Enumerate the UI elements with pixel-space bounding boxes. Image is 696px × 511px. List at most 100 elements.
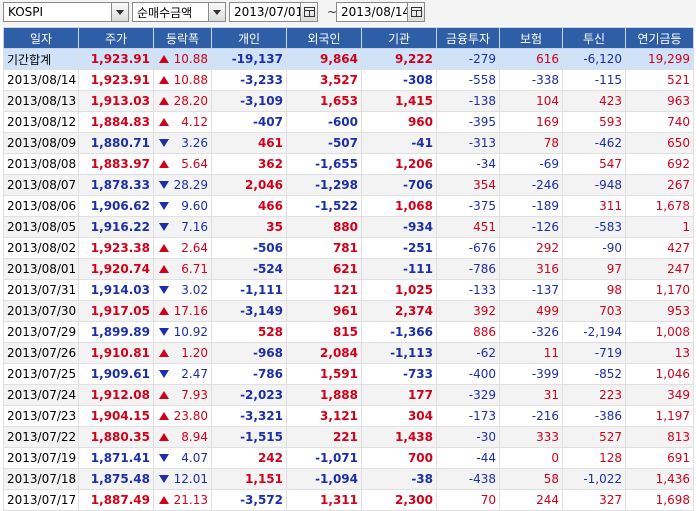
institution-cell: 1,438 bbox=[361, 426, 437, 448]
foreign-cell: 3,527 bbox=[286, 69, 362, 91]
table-row[interactable]: 2013/07/25 1,909.61 2.47 -786 1,591 -733 -400-… bbox=[3, 363, 694, 385]
end-date-calendar-button[interactable] bbox=[407, 3, 424, 21]
column-header[interactable]: 보험 bbox=[499, 27, 563, 49]
table-row[interactable]: 2013/08/05 1,916.22 7.16 35 880 -934 451 -126 -5… bbox=[3, 216, 694, 238]
insurance-cell: -189 bbox=[499, 195, 563, 217]
price-cell: 1,914.03 bbox=[78, 279, 154, 301]
table-row[interactable]: 2013/07/19 1,871.41 4.07 242 -1,071 700 -44 0 12… bbox=[3, 447, 694, 469]
price-cell: 1,880.71 bbox=[78, 132, 154, 154]
price-cell: 1,923.38 bbox=[78, 237, 154, 259]
table-row[interactable]: 2013/07/24 1,912.08 7.93 -2,023 1,888 177 -329… bbox=[3, 384, 694, 406]
column-header[interactable]: 주가 bbox=[78, 27, 154, 49]
table-row[interactable]: 2013/07/23 1,904.15 23.80 -3,321 3,121 304 -17… bbox=[3, 405, 694, 427]
table-row[interactable]: 2013/07/18 1,875.48 12.01 1,151 -1,094 -38 -43… bbox=[3, 468, 694, 490]
column-header[interactable]: 일자 bbox=[3, 27, 79, 49]
trust-cell: 423 bbox=[562, 90, 626, 112]
fin-invest-cell: 392 bbox=[436, 300, 500, 322]
column-header[interactable]: 개인 bbox=[211, 27, 287, 49]
date-cell: 2013/08/13 bbox=[3, 90, 79, 112]
column-header[interactable]: 연기금등 bbox=[625, 27, 694, 49]
insurance-cell: 0 bbox=[499, 447, 563, 469]
table-row[interactable]: 2013/08/06 1,906.62 9.60 466 -1,522 1,068 -375… bbox=[3, 195, 694, 217]
fin-invest-cell: 354 bbox=[436, 174, 500, 196]
table-row[interactable]: 2013/07/17 1,887.49 21.13 -3,572 1,311 2,300 7… bbox=[3, 489, 694, 511]
insurance-cell: -246 bbox=[499, 174, 563, 196]
change-cell: 12.01 bbox=[153, 468, 212, 490]
institution-cell: 2,374 bbox=[361, 300, 437, 322]
column-header[interactable]: 외국인 bbox=[286, 27, 362, 49]
table-header-row: 일자 주가 등락폭 개인 외국인 기관 금융투자 보험 투신 연기금등 bbox=[3, 27, 694, 49]
table-row[interactable]: 2013/08/13 1,913.03 28.20 -3,109 1,653 1,415-… bbox=[3, 90, 694, 112]
individual-cell: -786 bbox=[211, 363, 287, 385]
triangle-up-icon bbox=[159, 307, 169, 315]
table-row[interactable]: 2013/08/14 1,923.91 10.88 -3,233 3,527 -308 -5… bbox=[3, 69, 694, 91]
change-value: 10.92 bbox=[173, 325, 208, 339]
individual-cell: 362 bbox=[211, 153, 287, 175]
table-row[interactable]: 2013/08/07 1,878.33 28.29 2,046 -1,298 -706 35… bbox=[3, 174, 694, 196]
change-value: 23.80 bbox=[173, 409, 208, 423]
change-cell: 3.02 bbox=[153, 279, 212, 301]
total-row[interactable]: 기간합계 1,923.91 10.88 -19,137 9,864 9,222 -279 61… bbox=[3, 48, 694, 70]
institution-cell: 960 bbox=[361, 111, 437, 133]
date-cell: 2013/08/14 bbox=[3, 69, 79, 91]
metric-dropdown-button[interactable] bbox=[208, 3, 225, 21]
trust-cell: 527 bbox=[562, 426, 626, 448]
end-date-input[interactable]: 2013/08/14 bbox=[336, 2, 425, 22]
change-cell: 6.71 bbox=[153, 258, 212, 280]
market-select-value: KOSPI bbox=[8, 5, 44, 19]
insurance-cell: 499 bbox=[499, 300, 563, 322]
change-value: 7.16 bbox=[181, 220, 208, 234]
column-header[interactable]: 금융투자 bbox=[436, 27, 500, 49]
trust-cell: 311 bbox=[562, 195, 626, 217]
table-row[interactable]: 2013/08/02 1,923.38 2.64 -506 781 -251 -676 292… bbox=[3, 237, 694, 259]
fin-invest-cell: -34 bbox=[436, 153, 500, 175]
pension-cell: 813 bbox=[625, 426, 694, 448]
triangle-up-icon bbox=[159, 265, 169, 273]
date-cell: 2013/07/24 bbox=[3, 384, 79, 406]
table-row[interactable]: 2013/08/12 1,884.83 4.12 -407 -600 960 -395 169… bbox=[3, 111, 694, 133]
market-select[interactable]: KOSPI bbox=[3, 2, 129, 22]
triangle-down-icon bbox=[159, 286, 169, 294]
date-cell: 2013/07/19 bbox=[3, 447, 79, 469]
trust-cell: -852 bbox=[562, 363, 626, 385]
change-cell: 3.26 bbox=[153, 132, 212, 154]
change-cell: 4.07 bbox=[153, 447, 212, 469]
table-row[interactable]: 2013/08/09 1,880.71 3.26 461 -507 -41 -313 78 -4… bbox=[3, 132, 694, 154]
price-cell: 1,871.41 bbox=[78, 447, 154, 469]
date-cell: 2013/08/06 bbox=[3, 195, 79, 217]
institution-cell: -111 bbox=[361, 258, 437, 280]
column-header[interactable]: 등락폭 bbox=[153, 27, 212, 49]
column-header[interactable]: 투신 bbox=[562, 27, 626, 49]
change-cell: 10.88 bbox=[153, 69, 212, 91]
price-cell: 1,904.15 bbox=[78, 405, 154, 427]
trust-cell: 593 bbox=[562, 111, 626, 133]
individual-cell: -3,233 bbox=[211, 69, 287, 91]
foreign-cell: 815 bbox=[286, 321, 362, 343]
pension-cell: 1,170 bbox=[625, 279, 694, 301]
table-row[interactable]: 2013/07/30 1,917.05 17.16 -3,149 961 2,374 392… bbox=[3, 300, 694, 322]
calendar-icon bbox=[410, 7, 422, 17]
pension-cell: 1 bbox=[625, 216, 694, 238]
table-row[interactable]: 2013/07/22 1,880.35 8.94 -1,515 221 1,438 -30 3… bbox=[3, 426, 694, 448]
change-cell: 1.20 bbox=[153, 342, 212, 364]
table-row[interactable]: 2013/07/31 1,914.03 3.02 -1,111 121 1,025 -133… bbox=[3, 279, 694, 301]
table-row[interactable]: 2013/08/01 1,920.74 6.71 -524 621 -111 -786 316… bbox=[3, 258, 694, 280]
individual-cell: -1,111 bbox=[211, 279, 287, 301]
change-cell: 2.47 bbox=[153, 363, 212, 385]
price-cell: 1,910.81 bbox=[78, 342, 154, 364]
change-value: 2.47 bbox=[181, 367, 208, 381]
individual-cell: -2,023 bbox=[211, 384, 287, 406]
market-dropdown-button[interactable] bbox=[111, 3, 128, 21]
table-row[interactable]: 2013/07/29 1,899.89 10.92 528 815 -1,366 886 -3… bbox=[3, 321, 694, 343]
table-row[interactable]: 2013/08/08 1,883.97 5.64 362 -1,655 1,206 -34-… bbox=[3, 153, 694, 175]
calendar-icon bbox=[303, 7, 315, 17]
table-row[interactable]: 2013/07/26 1,910.81 1.20 -968 2,084 -1,113 -62… bbox=[3, 342, 694, 364]
column-header[interactable]: 기관 bbox=[361, 27, 437, 49]
foreign-cell: 121 bbox=[286, 279, 362, 301]
trust-cell: 128 bbox=[562, 447, 626, 469]
institution-cell: -251 bbox=[361, 237, 437, 259]
start-date-calendar-button[interactable] bbox=[300, 3, 317, 21]
metric-select[interactable]: 순매수금액 bbox=[132, 2, 226, 22]
pension-cell: 267 bbox=[625, 174, 694, 196]
start-date-input[interactable]: 2013/07/01 bbox=[229, 2, 318, 22]
